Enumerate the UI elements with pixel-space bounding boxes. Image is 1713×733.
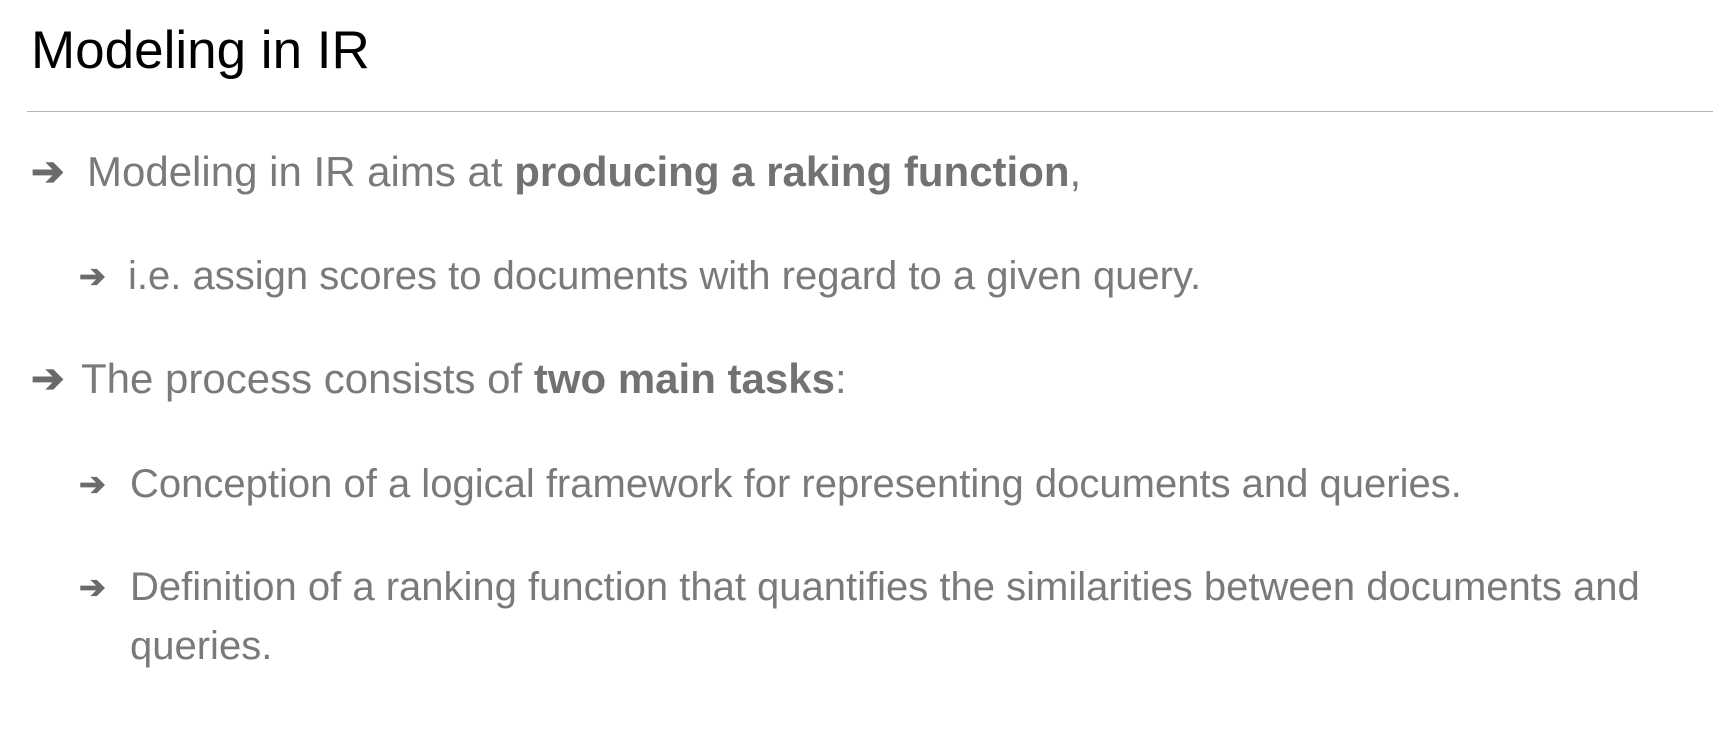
sub-bullet-text: Conception of a logical framework for re… bbox=[130, 462, 1462, 506]
bullet-text-punctuation: , bbox=[1069, 148, 1082, 195]
title-divider bbox=[27, 111, 1713, 112]
sub-bullet-text: i.e. assign scores to documents with reg… bbox=[128, 254, 1202, 298]
arrow-bullet-icon: ➔ bbox=[31, 357, 65, 401]
bullet-text-plain: Modeling in IR aims at bbox=[87, 148, 515, 195]
bullet-text-punctuation: : bbox=[834, 355, 847, 402]
bullet-text: The process consists of two main tasks: bbox=[81, 351, 1691, 407]
bullet-text-bold: two main tasks bbox=[533, 355, 835, 402]
bullet-text-bold: producing a raking function bbox=[514, 148, 1070, 195]
slide: Modeling in IR ➔ Modeling in IR aims at … bbox=[0, 0, 1713, 733]
sub-bullet-text: Definition of a ranking function that qu… bbox=[130, 565, 1640, 668]
arrow-bullet-icon: ➔ bbox=[79, 569, 106, 605]
bullet-ranking-function: ➔ Modeling in IR aims at producing a rak… bbox=[31, 144, 1691, 200]
arrow-bullet-icon: ➔ bbox=[79, 466, 106, 502]
sub-bullet-ranking-function-definition: ➔ Definition of a ranking function that … bbox=[79, 558, 1699, 676]
arrow-bullet-icon: ➔ bbox=[31, 150, 65, 194]
sub-bullet-logical-framework: ➔ Conception of a logical framework for … bbox=[79, 455, 1699, 514]
slide-title: Modeling in IR bbox=[31, 21, 370, 80]
bullet-text: Modeling in IR aims at producing a rakin… bbox=[87, 144, 1691, 200]
arrow-bullet-icon: ➔ bbox=[79, 258, 106, 294]
sub-bullet-assign-scores: ➔ i.e. assign scores to documents with r… bbox=[79, 247, 1699, 306]
bullet-text-plain: The process consists of bbox=[81, 355, 534, 402]
bullet-two-main-tasks: ➔ The process consists of two main tasks… bbox=[31, 351, 1691, 407]
